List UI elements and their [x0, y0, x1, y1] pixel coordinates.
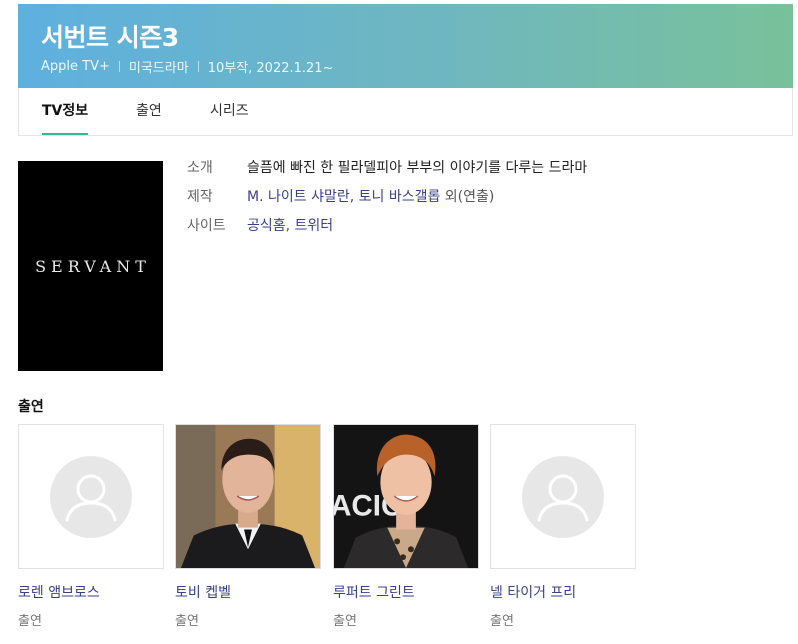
info-label-production: 제작 [187, 189, 213, 205]
cast-card: ACIC 루퍼트 그린트 출연 [333, 424, 479, 629]
cast-name-link[interactable]: 토비 켑벨 [175, 582, 321, 602]
info-panel: 소개 슬픔에 빠진 한 필라델피아 부부의 이야기를 다루는 드라마 제작 M.… [187, 157, 587, 244]
title-header: 서번트 시즌3 Apple TV+ 미국드라마 10부작, 2022.1.21~ [18, 4, 793, 88]
cast-card: 토비 켑벨 출연 [175, 424, 321, 629]
poster-title-text: SERVANT [35, 256, 151, 276]
info-row-intro: 소개 슬픔에 빠진 한 필라델피아 부부의 이야기를 다루는 드라마 [187, 157, 587, 186]
tab-bar: TV정보 출연 시리즈 [18, 88, 793, 136]
info-row-production: 제작 M. 나이트 샤말란, 토니 바스갤롭 외(연출) [187, 186, 587, 215]
production-link[interactable]: M. 나이트 샤말란, 토니 바스갤롭 [247, 189, 440, 205]
cast-heading: 출연 [18, 399, 44, 415]
twitter-link[interactable]: 트위터 [295, 218, 334, 234]
cast-name-link[interactable]: 넬 타이거 프리 [490, 582, 636, 602]
cast-photo[interactable] [175, 424, 321, 569]
meta-channel: Apple TV+ [41, 58, 110, 74]
placeholder-avatar-icon [522, 455, 604, 538]
title-meta: Apple TV+ 미국드라마 10부작, 2022.1.21~ [41, 57, 334, 76]
cast-role: 출연 [333, 614, 357, 629]
actor-photo-icon [176, 425, 320, 568]
tab-tv-info[interactable]: TV정보 [42, 88, 89, 135]
official-site-link[interactable]: 공식홈 [247, 218, 286, 234]
cast-photo[interactable] [18, 424, 164, 569]
actor-photo-icon: ACIC [334, 425, 478, 568]
cast-photo[interactable]: ACIC [333, 424, 479, 569]
meta-divider [197, 60, 199, 72]
info-row-site: 사이트 공식홈, 트위터 [187, 215, 587, 244]
cast-role: 출연 [175, 614, 199, 629]
cast-role: 출연 [18, 614, 42, 629]
production-suffix: 외(연출) [444, 189, 495, 205]
info-intro-text: 슬픔에 빠진 한 필라델피아 부부의 이야기를 다루는 드라마 [247, 160, 588, 176]
meta-divider [118, 60, 120, 72]
page-title: 서번트 시즌3 [41, 23, 179, 52]
info-label-site: 사이트 [187, 218, 226, 234]
cast-card: 넬 타이거 프리 출연 [490, 424, 636, 629]
meta-genre: 미국드라마 [128, 60, 189, 76]
placeholder-avatar-icon [50, 455, 132, 538]
cast-name-link[interactable]: 루퍼트 그린트 [333, 582, 479, 602]
cast-card: 로렌 앰브로스 출연 [18, 424, 164, 629]
cast-role: 출연 [490, 614, 514, 629]
meta-episodes: 10부작, 2022.1.21~ [207, 60, 334, 76]
info-label-intro: 소개 [187, 160, 213, 176]
cast-name-link[interactable]: 로렌 앰브로스 [18, 582, 164, 602]
cast-photo[interactable] [490, 424, 636, 569]
link-comma: , [285, 218, 295, 234]
poster-image[interactable]: SERVANT [18, 161, 163, 371]
tab-series[interactable]: 시리즈 [210, 88, 249, 135]
tab-cast[interactable]: 출연 [136, 88, 162, 135]
